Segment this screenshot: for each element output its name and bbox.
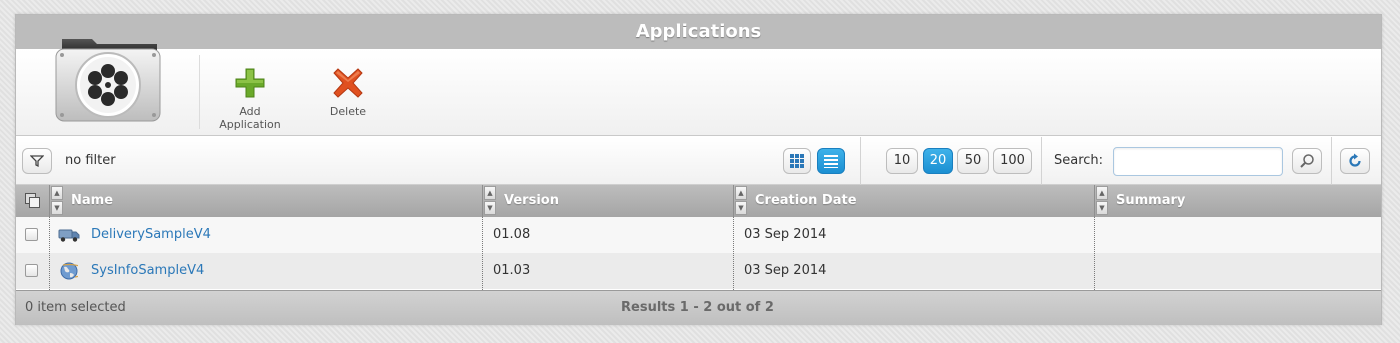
grid-view-icon xyxy=(790,154,804,168)
row-checkbox[interactable] xyxy=(25,228,38,241)
filter-status: no filter xyxy=(65,153,116,168)
search-input[interactable] xyxy=(1113,147,1283,176)
film-folder-icon xyxy=(55,39,161,122)
page-size-50[interactable]: 50 xyxy=(957,148,989,174)
page-size-20[interactable]: 20 xyxy=(923,148,953,174)
app-link[interactable]: DeliverySampleV4 xyxy=(91,227,211,242)
toolbar-divider xyxy=(199,55,200,129)
globe-icon xyxy=(60,262,78,280)
column-summary[interactable]: Summary xyxy=(1116,185,1185,217)
version-cell: 01.03 xyxy=(493,263,531,278)
filter-button[interactable] xyxy=(22,148,52,174)
divider xyxy=(1041,137,1042,185)
page-size-100[interactable]: 100 xyxy=(993,148,1032,174)
applications-panel: Applications Add Application Delete no f… xyxy=(15,14,1382,325)
delete-x-icon xyxy=(333,68,363,98)
creation-date-cell: 03 Sep 2014 xyxy=(744,227,827,242)
add-application-label: Add Application xyxy=(219,105,281,131)
creation-date-cell: 03 Sep 2014 xyxy=(744,263,827,278)
page-size-10[interactable]: 10 xyxy=(886,148,918,174)
filter-bar: no filter 10 20 50 100 Search: xyxy=(16,137,1381,185)
version-cell: 01.08 xyxy=(493,227,531,242)
search-label: Search: xyxy=(1054,153,1104,168)
column-creation-date[interactable]: Creation Date xyxy=(755,185,857,217)
plus-icon xyxy=(235,68,265,98)
results-summary: Results 1 - 2 out of 2 xyxy=(621,300,774,315)
column-name[interactable]: Name xyxy=(71,185,113,217)
toolbar: Add Application Delete xyxy=(16,39,1381,136)
delivery-truck-icon xyxy=(58,229,80,242)
divider xyxy=(1331,137,1332,185)
refresh-button[interactable] xyxy=(1340,148,1370,174)
table-row[interactable]: SysInfoSampleV4 01.03 03 Sep 2014 xyxy=(16,253,1381,289)
add-application-button[interactable]: Add Application xyxy=(212,67,288,131)
table-row[interactable]: DeliverySampleV4 01.08 03 Sep 2014 xyxy=(16,217,1381,253)
row-checkbox[interactable] xyxy=(25,264,38,277)
delete-button[interactable]: Delete xyxy=(324,67,372,118)
table-header: ▲ ▼ Name ▲ ▼ Version ▲ ▼ Creation Date ▲ ▼ S… xyxy=(16,185,1381,217)
app-link[interactable]: SysInfoSampleV4 xyxy=(91,263,204,278)
sort-name-control[interactable]: ▲ ▼ xyxy=(50,185,64,217)
column-version[interactable]: Version xyxy=(504,185,559,217)
funnel-icon xyxy=(29,155,45,168)
delete-label: Delete xyxy=(329,105,367,118)
sort-version-control[interactable]: ▲ ▼ xyxy=(483,185,497,217)
search-button[interactable] xyxy=(1292,148,1322,174)
panel-title: Applications xyxy=(16,15,1381,49)
status-bar: 0 item selected Results 1 - 2 out of 2 xyxy=(16,290,1381,325)
column-divider xyxy=(1094,217,1095,290)
refresh-icon xyxy=(1349,153,1361,167)
sort-date-control[interactable]: ▲ ▼ xyxy=(734,185,748,217)
divider xyxy=(860,137,861,185)
sort-summary-control[interactable]: ▲ ▼ xyxy=(1095,185,1109,217)
grid-view-button[interactable] xyxy=(783,148,811,174)
select-all-icon[interactable] xyxy=(25,193,41,209)
selection-count: 0 item selected xyxy=(25,300,126,315)
column-divider xyxy=(733,217,734,290)
search-icon xyxy=(1300,154,1314,168)
list-view-icon xyxy=(824,155,838,168)
column-divider xyxy=(482,217,483,290)
list-view-button[interactable] xyxy=(817,148,845,174)
column-divider xyxy=(49,217,50,290)
